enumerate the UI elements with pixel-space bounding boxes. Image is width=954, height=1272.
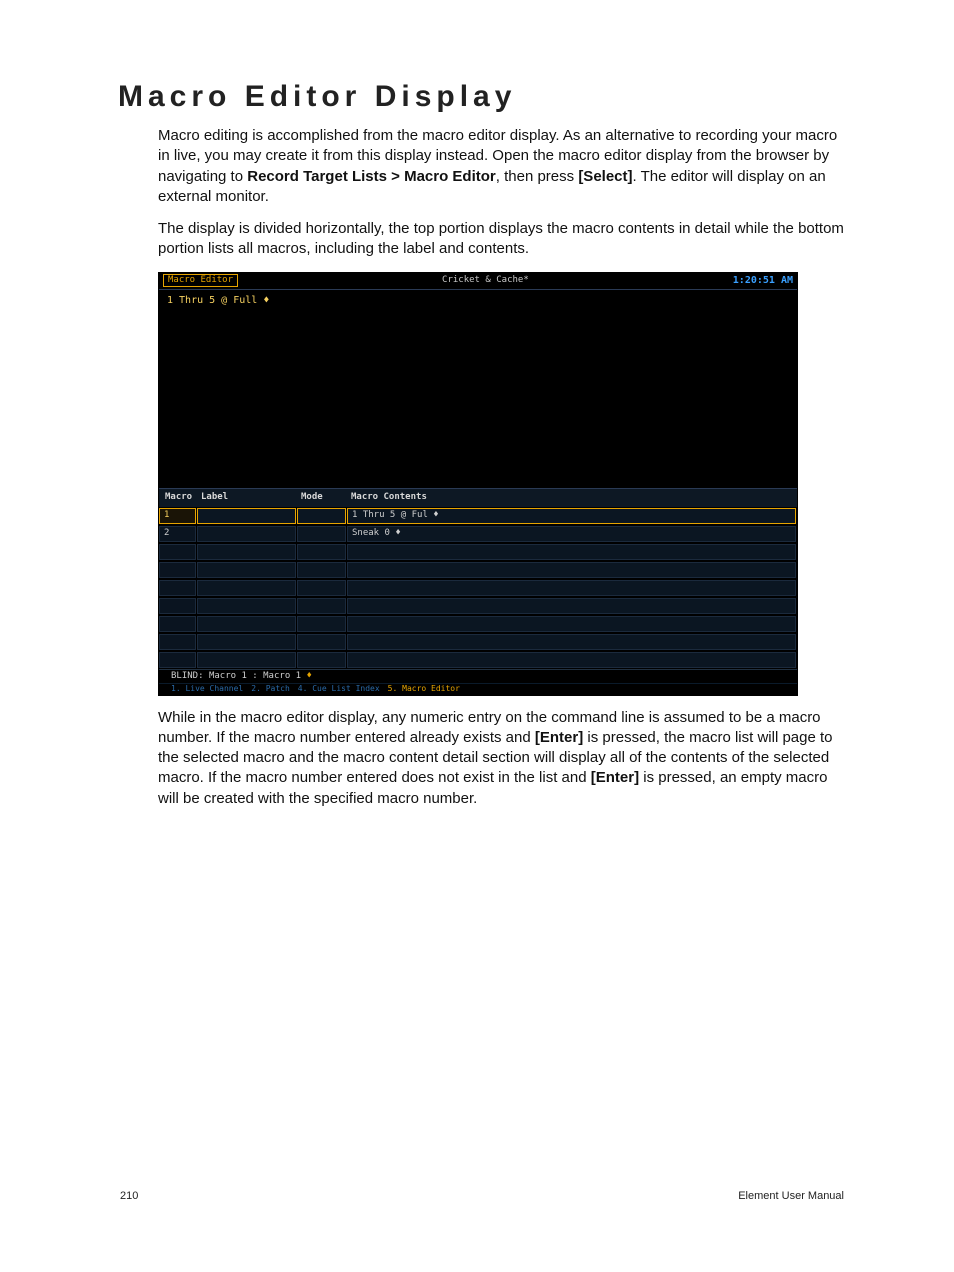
- table-row[interactable]: 1 1 Thru 5 @ Ful ♦: [159, 507, 797, 525]
- cell-label: [197, 508, 296, 524]
- command-line[interactable]: BLIND: Macro 1 : Macro 1 ♦: [159, 669, 797, 683]
- cell-contents: [347, 652, 796, 668]
- display-tab[interactable]: 5. Macro Editor: [388, 685, 460, 693]
- title-bar: Macro Editor Cricket & Cache* 1:20:51 AM: [159, 273, 797, 289]
- table-row[interactable]: 2 Sneak 0 ♦: [159, 525, 797, 543]
- cell-mode: [297, 526, 346, 542]
- clock: 1:20:51 AM: [733, 276, 793, 286]
- manual-title: Element User Manual: [738, 1190, 844, 1202]
- display-tab[interactable]: 2. Patch: [251, 685, 290, 693]
- cell-contents: Sneak 0 ♦: [347, 526, 796, 542]
- cell-macro: [159, 544, 196, 560]
- show-name: Cricket & Cache*: [238, 276, 733, 285]
- display-tab[interactable]: 1. Live Channel: [171, 685, 243, 693]
- cell-macro: [159, 616, 196, 632]
- header-macro: Macro: [159, 493, 197, 502]
- paragraph-1: Macro editing is accomplished from the m…: [158, 126, 844, 207]
- cell-label: [197, 526, 296, 542]
- table-header-row: Macro Label Mode Macro Contents: [159, 489, 797, 507]
- cell-mode: [297, 598, 346, 614]
- text: , then press: [496, 168, 579, 185]
- cell-macro: [159, 652, 196, 668]
- table-row[interactable]: [159, 579, 797, 597]
- table-row[interactable]: [159, 651, 797, 669]
- display-tabs: 1. Live Channel 2. Patch 4. Cue List Index…: [159, 683, 797, 695]
- cell-contents: [347, 616, 796, 632]
- bold-key: [Enter]: [535, 729, 583, 746]
- cell-mode: [297, 580, 346, 596]
- cell-macro: [159, 562, 196, 578]
- cell-label: [197, 544, 296, 560]
- table-row[interactable]: [159, 561, 797, 579]
- cell-label: [197, 634, 296, 650]
- table-body: 1 1 Thru 5 @ Ful ♦ 2 Sneak 0 ♦: [159, 507, 797, 669]
- table-row[interactable]: [159, 543, 797, 561]
- cell-label: [197, 562, 296, 578]
- cell-macro: [159, 580, 196, 596]
- table-row[interactable]: [159, 615, 797, 633]
- cell-contents: [347, 544, 796, 560]
- cell-mode: [297, 616, 346, 632]
- cell-label: [197, 616, 296, 632]
- cell-macro: 1: [159, 508, 196, 524]
- cell-macro: [159, 634, 196, 650]
- paragraph-2: The display is divided horizontally, the…: [158, 219, 844, 260]
- page-number: 210: [120, 1190, 138, 1202]
- cell-mode: [297, 544, 346, 560]
- cell-contents: [347, 598, 796, 614]
- macro-table: Macro Label Mode Macro Contents 1 1 Thru …: [159, 489, 797, 669]
- cmd-b: Macro 1: [263, 671, 301, 681]
- cell-macro: [159, 598, 196, 614]
- cmd-sep: :: [247, 671, 263, 681]
- cmd-terminator-icon: ♦: [301, 671, 312, 681]
- window-tab[interactable]: Macro Editor: [163, 274, 238, 287]
- macro-editor-screenshot: Macro Editor Cricket & Cache* 1:20:51 AM…: [158, 272, 798, 696]
- paragraph-3: While in the macro editor display, any n…: [158, 708, 844, 809]
- cell-macro: 2: [159, 526, 196, 542]
- table-row[interactable]: [159, 633, 797, 651]
- macro-detail-text: 1 Thru 5 @ Full ♦: [167, 295, 269, 306]
- cell-mode: [297, 508, 346, 524]
- cmd-a: Macro 1: [209, 671, 247, 681]
- macro-detail-panel: 1 Thru 5 @ Full ♦: [159, 289, 797, 489]
- page-footer: 210 Element User Manual: [120, 1190, 844, 1202]
- cell-mode: [297, 634, 346, 650]
- page-title: Macro Editor Display: [118, 80, 844, 114]
- header-label: Label: [197, 493, 297, 502]
- bold-path: Record Target Lists > Macro Editor: [247, 168, 496, 185]
- table-row[interactable]: [159, 597, 797, 615]
- cell-contents: [347, 580, 796, 596]
- header-contents: Macro Contents: [347, 493, 797, 502]
- display-tab[interactable]: 4. Cue List Index: [298, 685, 380, 693]
- cell-label: [197, 580, 296, 596]
- header-mode: Mode: [297, 493, 347, 502]
- cmd-prefix: BLIND:: [171, 671, 209, 681]
- cell-mode: [297, 652, 346, 668]
- cell-mode: [297, 562, 346, 578]
- cell-label: [197, 598, 296, 614]
- bold-key: [Select]: [578, 168, 632, 185]
- cell-contents: [347, 562, 796, 578]
- bold-key: [Enter]: [591, 769, 639, 786]
- cell-contents: [347, 634, 796, 650]
- cell-contents: 1 Thru 5 @ Ful ♦: [347, 508, 796, 524]
- cell-label: [197, 652, 296, 668]
